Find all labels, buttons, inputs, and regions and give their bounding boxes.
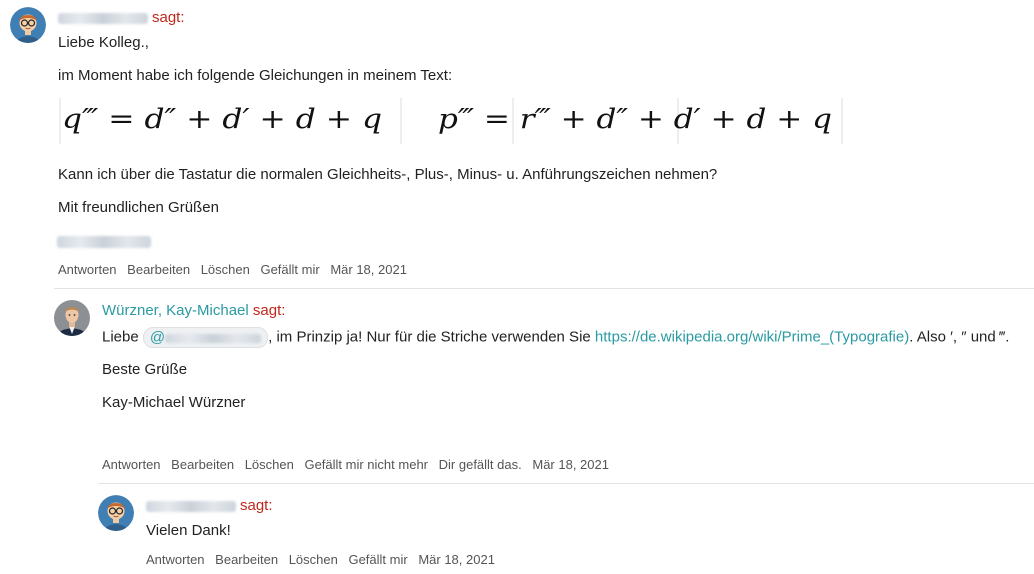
user-avatar[interactable] [10, 7, 46, 43]
comment-author-line: sagt: [58, 9, 185, 26]
question-text: Kann ich über die Tastatur die normalen … [58, 166, 718, 183]
edit-link[interactable]: Bearbeiten [215, 552, 278, 567]
comment-author-line: Würzner, Kay-Michael sagt: [102, 302, 285, 319]
comment-actions: Antworten Bearbeiten Löschen Gefällt mir… [102, 457, 616, 472]
redacted-mention-name [165, 333, 262, 343]
closing-text: Mit freundlichen Grüßen [58, 199, 219, 216]
profile-photo-avatar [54, 300, 90, 336]
kay-michael-avatar[interactable] [54, 300, 90, 336]
wikipedia-link[interactable]: https://de.wikipedia.org/wiki/Prime_(Typ… [595, 328, 909, 345]
reply-text: Liebe @ , im Prinzip ja! Nur für die Stri… [102, 327, 1009, 348]
delete-link[interactable]: Löschen [245, 457, 294, 472]
divider [54, 288, 1034, 289]
reply-link[interactable]: Antworten [146, 552, 205, 567]
signature-text: Kay-Michael Würzner [102, 394, 246, 411]
greeting-text: Liebe Kolleg., [58, 34, 149, 51]
equation-right: p‴ = r‴ + d″ + d′ + d + q [438, 104, 832, 135]
intro-text: im Moment habe ich folgende Gleichungen … [58, 67, 453, 84]
reply-text-after: . Also ′, ″ und ‴. [909, 328, 1010, 346]
delete-link[interactable]: Löschen [201, 262, 250, 277]
says-label: sagt: [240, 497, 273, 514]
reply-text-mid: , im Prinzip ja! Nur für die Striche ver… [268, 328, 591, 346]
cartoon-user-avatar-icon [10, 7, 46, 43]
equation-image: q‴ = d″ + d′ + d + q p‴ = r‴ + d″ + d′ +… [58, 94, 844, 146]
edit-link[interactable]: Bearbeiten [127, 262, 190, 277]
comment-actions: Antworten Bearbeiten Löschen Gefällt mir… [146, 552, 502, 567]
liked-status[interactable]: Dir gefällt das. [439, 457, 522, 472]
comment-date[interactable]: Mär 18, 2021 [418, 552, 495, 567]
redacted-signature [57, 233, 155, 251]
like-link[interactable]: Gefällt mir [348, 552, 407, 567]
edit-link[interactable]: Bearbeiten [171, 457, 234, 472]
comment-actions: Antworten Bearbeiten Löschen Gefällt mir… [58, 262, 414, 277]
thanks-text: Vielen Dank! [146, 522, 231, 539]
like-link[interactable]: Gefällt mir [260, 262, 319, 277]
says-label: sagt: [152, 9, 185, 26]
comment-date[interactable]: Mär 18, 2021 [330, 262, 407, 277]
comment-date[interactable]: Mär 18, 2021 [532, 457, 609, 472]
cartoon-user-avatar-icon [98, 495, 134, 531]
delete-link[interactable]: Löschen [289, 552, 338, 567]
comment-author-line: sagt: [146, 497, 273, 514]
reply-link[interactable]: Antworten [58, 262, 117, 277]
user-mention[interactable]: @ [142, 327, 269, 348]
regards-text: Beste Grüße [102, 361, 188, 378]
unlike-link[interactable]: Gefällt mir nicht mehr [304, 457, 428, 472]
redacted-author-name[interactable] [58, 12, 148, 24]
reply-text-before: Liebe [102, 328, 139, 346]
user-avatar[interactable] [98, 495, 134, 531]
mention-at: @ [149, 329, 166, 346]
author-name[interactable]: Würzner, Kay-Michael [102, 302, 249, 319]
equation-left: q‴ = d″ + d′ + d + q [62, 104, 382, 135]
reply-link[interactable]: Antworten [102, 457, 161, 472]
redacted-author-name[interactable] [146, 500, 236, 512]
says-label: sagt: [252, 302, 286, 319]
divider [98, 483, 1034, 484]
